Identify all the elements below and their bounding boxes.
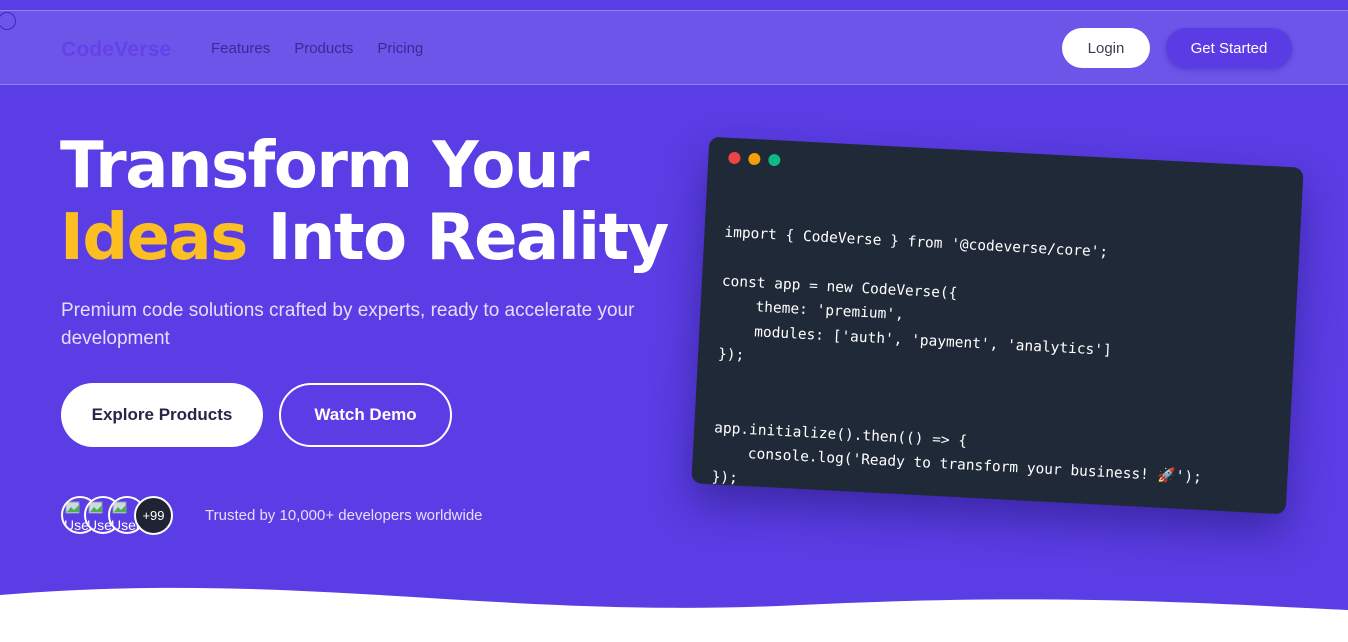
headline-accent: Ideas xyxy=(60,201,248,275)
code-line: app.initialize().then(() => { xyxy=(713,419,968,450)
nav-links: Features Products Pricing xyxy=(211,40,423,57)
broken-image-icon xyxy=(88,501,103,514)
watch-demo-button[interactable]: Watch Demo xyxy=(279,383,452,447)
code-line: theme: 'premium', xyxy=(720,297,905,324)
avatar-group: User User User +99 xyxy=(61,496,175,536)
explore-products-button[interactable]: Explore Products xyxy=(61,383,263,447)
brand-logo[interactable]: CodeVerse xyxy=(61,38,171,62)
code-line: modules: ['auth', 'payment', 'analytics'… xyxy=(718,321,1113,359)
code-block: import { CodeVerse } from '@codeverse/co… xyxy=(711,196,1215,515)
broken-image-icon xyxy=(112,501,127,514)
code-line: }); xyxy=(711,468,739,487)
code-line: const app = new CodeVerse({ xyxy=(721,273,958,302)
code-line: console.log('Ready to transform your bus… xyxy=(712,444,1203,486)
nav-link-products[interactable]: Products xyxy=(294,40,353,57)
broken-image-icon xyxy=(65,501,80,514)
headline-rest: Into Reality xyxy=(246,201,670,275)
avatar-more-badge: +99 xyxy=(134,496,173,535)
hero-subtitle: Premium code solutions crafted by expert… xyxy=(61,300,635,349)
headline-line1: Transform Your xyxy=(60,129,589,203)
nav-link-features[interactable]: Features xyxy=(211,40,270,57)
navbar: CodeVerse Features Products Pricing Logi… xyxy=(0,11,1348,85)
trusted-text: Trusted by 10,000+ developers worldwide xyxy=(205,507,483,524)
login-button[interactable]: Login xyxy=(1062,28,1150,68)
nav-link-pricing[interactable]: Pricing xyxy=(377,40,423,57)
bottom-wave xyxy=(0,587,1348,642)
code-line: }); xyxy=(717,346,745,364)
code-line: import { CodeVerse } from '@codeverse/co… xyxy=(724,224,1109,261)
hero-headline: Transform Your Ideas Into Reality xyxy=(60,129,670,275)
get-started-button[interactable]: Get Started xyxy=(1166,28,1292,68)
window-maximize-dot-icon xyxy=(768,153,781,167)
window-close-dot-icon xyxy=(728,151,741,165)
window-minimize-dot-icon xyxy=(748,152,761,166)
code-window: import { CodeVerse } from '@codeverse/co… xyxy=(691,136,1304,515)
